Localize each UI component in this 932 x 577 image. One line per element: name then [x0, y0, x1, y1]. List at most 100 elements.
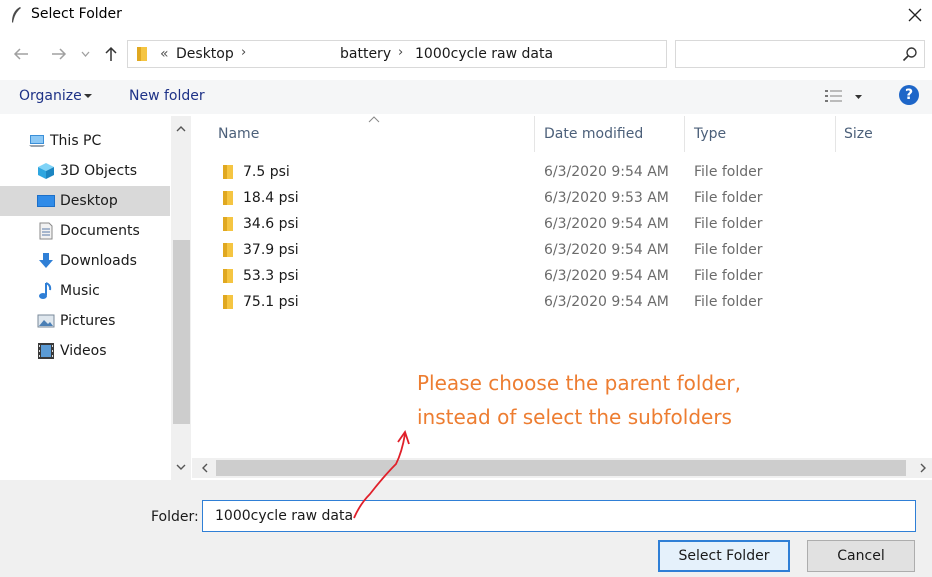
column-divider[interactable]: [684, 116, 685, 152]
navigation-pane: This PC 3D Objects Desktop Documents Dow…: [0, 116, 192, 480]
search-icon: [902, 47, 917, 62]
title-bar: Select Folder: [0, 0, 932, 30]
breadcrumb-overflow[interactable]: «: [160, 46, 169, 62]
folder-label: Folder:: [151, 509, 199, 525]
close-button[interactable]: [898, 0, 932, 30]
document-icon: [39, 222, 53, 240]
feather-icon: [12, 7, 21, 23]
help-icon[interactable]: ?: [899, 85, 919, 105]
address-bar[interactable]: « Desktop › battery › 1000cycle raw data: [127, 40, 786, 68]
file-date: 6/3/2020 9:54 AM: [544, 268, 669, 284]
scroll-down-arrow-icon[interactable]: [174, 460, 188, 474]
file-list-horizontal-scrollbar[interactable]: [192, 458, 932, 478]
file-date: 6/3/2020 9:54 AM: [544, 164, 669, 180]
up-arrow-icon: [105, 46, 117, 61]
sidebar-item-label: Videos: [60, 343, 107, 359]
sidebar-item-label: 3D Objects: [60, 163, 138, 179]
chevron-down-icon: [81, 51, 89, 57]
dialog-footer: Folder: Select Folder Cancel: [0, 480, 932, 577]
music-note-icon: [39, 282, 52, 299]
file-name: 18.4 psi: [243, 190, 299, 206]
folder-icon: [223, 269, 233, 283]
caret-down-icon: [84, 94, 92, 98]
scroll-right-arrow-icon[interactable]: [916, 461, 930, 475]
folder-icon: [223, 165, 233, 179]
file-row[interactable]: 34.6 psi 6/3/2020 9:54 AM File folder: [212, 212, 932, 238]
sidebar-item-pictures[interactable]: Pictures: [0, 306, 170, 336]
file-type: File folder: [694, 294, 763, 310]
file-row[interactable]: 75.1 psi 6/3/2020 9:54 AM File folder: [212, 290, 932, 316]
breadcrumb-current[interactable]: 1000cycle raw data: [415, 46, 553, 62]
view-options-icon[interactable]: [824, 87, 868, 107]
file-row[interactable]: 18.4 psi 6/3/2020 9:53 AM File folder: [212, 186, 932, 212]
file-row[interactable]: 37.9 psi 6/3/2020 9:54 AM File folder: [212, 238, 932, 264]
scrollbar-thumb[interactable]: [216, 460, 906, 476]
computer-icon: [29, 135, 45, 147]
breadcrumb-separator[interactable]: ›: [241, 45, 246, 60]
file-name: 75.1 psi: [243, 294, 299, 310]
file-row[interactable]: 53.3 psi 6/3/2020 9:54 AM File folder: [212, 264, 932, 290]
organize-button[interactable]: Organize: [19, 88, 82, 104]
breadcrumb-battery[interactable]: battery: [340, 46, 391, 62]
download-icon: [39, 253, 53, 268]
column-header-size[interactable]: Size: [844, 126, 873, 142]
sidebar-item-label: Music: [60, 283, 100, 299]
scrollbar-thumb[interactable]: [173, 240, 190, 424]
column-header-date[interactable]: Date modified: [544, 126, 643, 142]
sidebar-item-desktop[interactable]: Desktop: [0, 186, 170, 216]
forward-button[interactable]: [46, 43, 72, 65]
file-name: 37.9 psi: [243, 242, 299, 258]
sidebar-item-documents[interactable]: Documents: [0, 216, 170, 246]
window-title: Select Folder: [31, 6, 122, 22]
up-button[interactable]: [100, 43, 122, 65]
scroll-left-arrow-icon[interactable]: [198, 461, 212, 475]
recent-locations-button[interactable]: [78, 43, 92, 65]
navigation-bar: « Desktop › battery › 1000cycle raw data: [0, 38, 932, 70]
sort-ascending-icon: [368, 116, 380, 123]
scroll-up-arrow-icon[interactable]: [174, 122, 188, 136]
sidebar-item-this-pc[interactable]: This PC: [0, 126, 170, 156]
folder-icon: [223, 295, 233, 309]
file-name: 53.3 psi: [243, 268, 299, 284]
annotation-line: instead of select the subfolders: [417, 405, 732, 429]
sidebar-item-3d-objects[interactable]: 3D Objects: [0, 156, 170, 186]
back-button[interactable]: [8, 43, 34, 65]
file-date: 6/3/2020 9:54 AM: [544, 294, 669, 310]
select-folder-button[interactable]: Select Folder: [658, 540, 790, 572]
file-name: 7.5 psi: [243, 164, 290, 180]
folder-icon: [137, 47, 147, 61]
folder-icon: [223, 243, 233, 257]
folder-name-input[interactable]: [202, 500, 916, 532]
sidebar-item-label: Desktop: [60, 193, 118, 209]
file-type: File folder: [694, 268, 763, 284]
navigation-pane-scrollbar[interactable]: [171, 116, 191, 480]
file-type: File folder: [694, 190, 763, 206]
cube-icon: [38, 163, 54, 179]
forward-arrow-icon: [52, 48, 67, 60]
file-row[interactable]: 7.5 psi 6/3/2020 9:54 AM File folder: [212, 160, 932, 186]
file-date: 6/3/2020 9:53 AM: [544, 190, 669, 206]
new-folder-button[interactable]: New folder: [129, 88, 205, 104]
sidebar-item-downloads[interactable]: Downloads: [0, 246, 170, 276]
breadcrumb-desktop[interactable]: Desktop: [176, 46, 234, 62]
search-box[interactable]: [675, 40, 925, 68]
sidebar-item-label: This PC: [50, 133, 102, 149]
file-date: 6/3/2020 9:54 AM: [544, 242, 669, 258]
film-icon: [38, 343, 54, 359]
annotation-note: Please choose the parent folder, instead…: [417, 366, 741, 434]
command-toolbar: Organize New folder ?: [0, 80, 932, 114]
breadcrumb-separator[interactable]: ›: [398, 45, 403, 60]
cancel-button[interactable]: Cancel: [807, 540, 915, 572]
column-header-name[interactable]: Name: [218, 126, 259, 142]
column-divider[interactable]: [835, 116, 836, 152]
close-icon: [908, 8, 922, 22]
column-divider[interactable]: [534, 116, 535, 152]
sidebar-item-music[interactable]: Music: [0, 276, 170, 306]
sidebar-item-videos[interactable]: Videos: [0, 336, 170, 366]
sidebar-item-label: Pictures: [60, 313, 116, 329]
file-date: 6/3/2020 9:54 AM: [544, 216, 669, 232]
column-header-type[interactable]: Type: [694, 126, 726, 142]
file-name: 34.6 psi: [243, 216, 299, 232]
desktop-icon: [37, 195, 55, 207]
sidebar-item-label: Downloads: [60, 253, 137, 269]
